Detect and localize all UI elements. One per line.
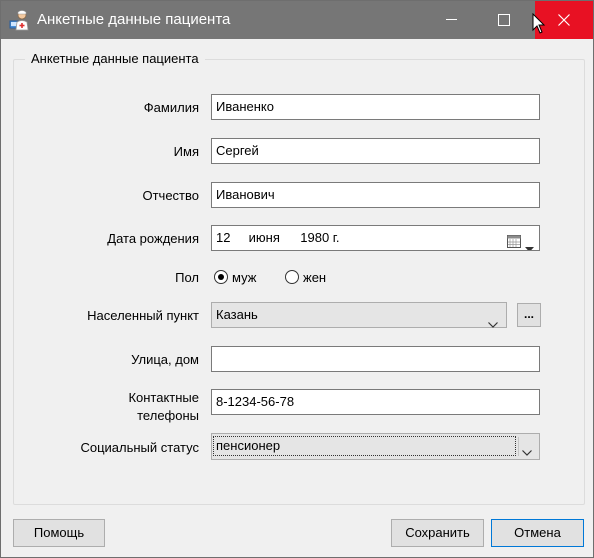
phones-label: Контактные телефоны — [128, 389, 199, 425]
birthdate-label: Дата рождения — [107, 231, 199, 246]
patronymic-label: Отчество — [142, 188, 199, 203]
social-status-select[interactable]: пенсионер — [211, 433, 540, 460]
cancel-button[interactable]: Отмена — [491, 519, 584, 547]
gender-label: Пол — [175, 270, 199, 285]
birthdate-day[interactable]: 12 — [216, 226, 245, 250]
mouse-cursor-icon — [532, 12, 546, 38]
social-status-label: Социальный статус — [80, 440, 199, 455]
locality-browse-button[interactable]: ... — [517, 303, 541, 327]
gender-male-radio[interactable] — [214, 270, 228, 284]
phones-label-line2: телефоны — [137, 408, 199, 423]
gender-male-label[interactable]: муж — [232, 270, 256, 285]
locality-label: Населенный пункт — [87, 308, 199, 323]
name-field[interactable]: Сергей — [211, 138, 540, 164]
patient-form-window: Анкетные данные пациента Анкетные данные… — [0, 0, 594, 558]
phones-field[interactable]: 8-1234-56-78 — [211, 389, 540, 415]
gender-female-label[interactable]: жен — [303, 270, 326, 285]
birthdate-year[interactable]: 1980 г. — [300, 226, 339, 250]
calendar-icon[interactable] — [507, 232, 521, 250]
locality-value: Казань — [216, 307, 258, 322]
birthdate-picker[interactable]: 12 июня 1980 г. — [211, 225, 540, 251]
group-title: Анкетные данные пациента — [25, 51, 205, 66]
birthdate-month[interactable]: июня — [249, 226, 297, 250]
help-button[interactable]: Помощь — [13, 519, 105, 547]
street-field[interactable] — [211, 346, 540, 372]
name-label: Имя — [173, 144, 199, 159]
gender-female-radio[interactable] — [285, 270, 299, 284]
title-bar[interactable]: Анкетные данные пациента — [1, 1, 593, 39]
street-label: Улица, дом — [131, 352, 199, 367]
locality-select[interactable]: Казань — [211, 302, 507, 328]
patronymic-field[interactable]: Иванович — [211, 182, 540, 208]
phones-label-line1: Контактные — [128, 390, 199, 405]
chevron-down-icon[interactable] — [525, 236, 534, 250]
doctor-icon — [9, 9, 31, 31]
surname-label: Фамилия — [143, 100, 199, 115]
chevron-down-icon — [488, 312, 498, 336]
save-button[interactable]: Сохранить — [391, 519, 484, 547]
surname-field[interactable]: Иваненко — [211, 94, 540, 120]
maximize-button[interactable] — [481, 1, 527, 39]
chevron-down-icon — [522, 444, 532, 459]
minimize-button[interactable] — [435, 1, 481, 39]
window-title: Анкетные данные пациента — [37, 11, 231, 28]
social-status-value: пенсионер — [213, 436, 516, 456]
divider — [518, 437, 519, 456]
